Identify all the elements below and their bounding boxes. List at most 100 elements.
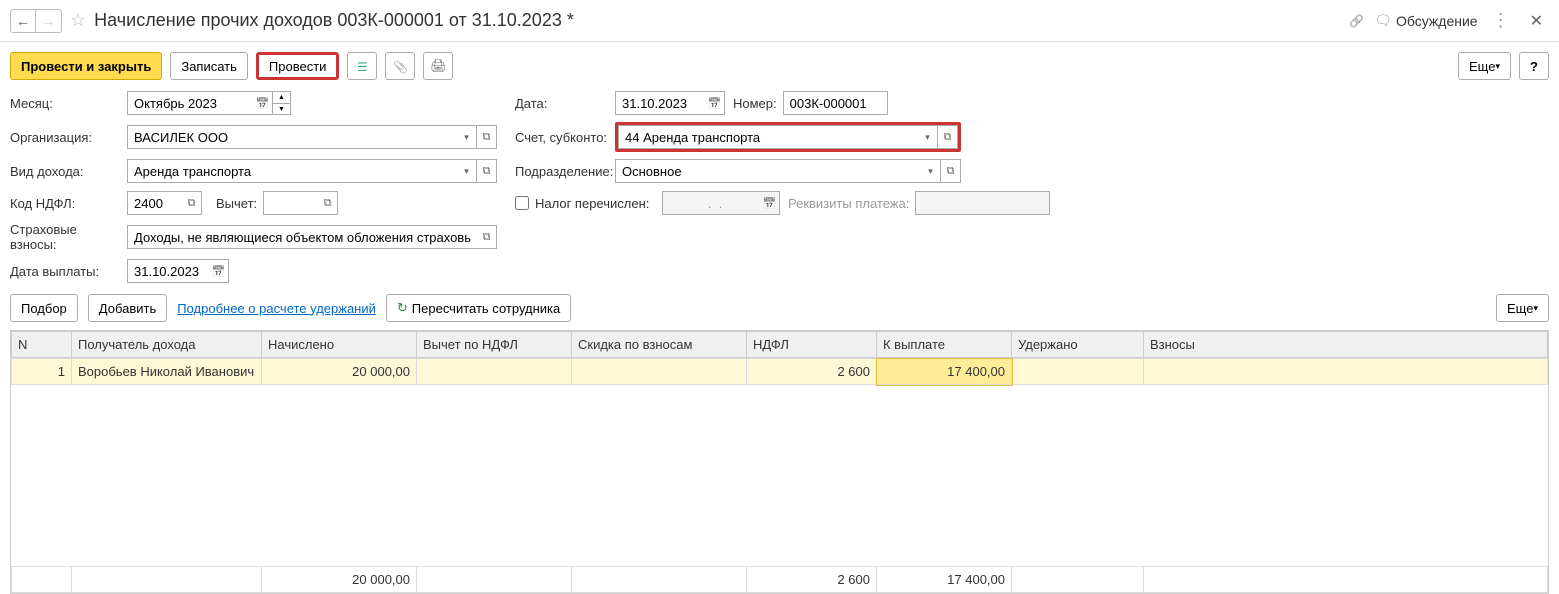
- department-label: Подразделение:: [515, 164, 615, 179]
- chevron-down-icon: [928, 165, 933, 177]
- account-dropdown-button[interactable]: [918, 125, 938, 149]
- month-up-button[interactable]: ▲: [273, 91, 291, 103]
- income-type-dropdown-button[interactable]: [457, 159, 477, 183]
- recalc-label: Пересчитать сотрудника: [412, 301, 560, 316]
- col-ndfl-header[interactable]: НДФЛ: [747, 332, 877, 358]
- tax-transferred-date-input: [662, 191, 760, 215]
- open-icon: [188, 197, 196, 210]
- cell-n[interactable]: 1: [12, 359, 72, 385]
- chat-icon: [1374, 12, 1392, 29]
- cell-ndfl[interactable]: 2 600: [747, 359, 877, 385]
- print-icon: [430, 58, 447, 74]
- month-down-button[interactable]: ▼: [273, 103, 291, 115]
- cell-to-pay[interactable]: 17 400,00: [877, 359, 1012, 385]
- ndfl-code-open-button[interactable]: [182, 191, 202, 215]
- col-withheld-header[interactable]: Удержано: [1012, 332, 1144, 358]
- payout-date-label: Дата выплаты:: [10, 264, 127, 279]
- page-title: Начисление прочих доходов 003К-000001 от…: [94, 10, 1349, 31]
- month-label: Месяц:: [10, 96, 127, 111]
- link-icon[interactable]: [1349, 14, 1364, 28]
- payment-details-label: Реквизиты платежа:: [788, 196, 909, 211]
- calendar-icon: [212, 265, 226, 278]
- save-button[interactable]: Записать: [170, 52, 248, 80]
- discuss-button[interactable]: Обсуждение: [1374, 12, 1477, 29]
- add-row-button[interactable]: Добавить: [88, 294, 167, 322]
- cell-contributions[interactable]: [1144, 359, 1548, 385]
- cell-recipient[interactable]: Воробьев Николай Иванович: [72, 359, 262, 385]
- attachments-button[interactable]: [385, 52, 415, 80]
- col-ndfl-deduction-header[interactable]: Вычет по НДФЛ: [417, 332, 572, 358]
- open-icon: [483, 165, 491, 178]
- col-n-header[interactable]: N: [12, 332, 72, 358]
- cell-ndfl-deduction[interactable]: [417, 359, 572, 385]
- payout-date-input[interactable]: [127, 259, 209, 283]
- open-icon: [944, 131, 952, 144]
- calendar-icon: [708, 97, 722, 110]
- deduction-open-button[interactable]: [318, 191, 338, 215]
- department-open-button[interactable]: [941, 159, 961, 183]
- nav-back-button[interactable]: ←: [10, 9, 36, 33]
- account-label: Счет, субконто:: [515, 130, 615, 145]
- post-and-close-button[interactable]: Провести и закрыть: [10, 52, 162, 80]
- col-contributions-header[interactable]: Взносы: [1144, 332, 1548, 358]
- month-input[interactable]: [127, 91, 253, 115]
- department-dropdown-button[interactable]: [921, 159, 941, 183]
- insurance-label: Страховые взносы:: [10, 222, 127, 252]
- toolbar-more-button[interactable]: Еще: [1458, 52, 1511, 80]
- org-input[interactable]: [127, 125, 457, 149]
- payout-date-calendar-button[interactable]: [209, 259, 229, 283]
- deduction-input[interactable]: [263, 191, 318, 215]
- chevron-down-icon: [464, 131, 469, 143]
- col-to-pay-header[interactable]: К выплате: [877, 332, 1012, 358]
- recalc-employee-button[interactable]: ↻ Пересчитать сотрудника: [386, 294, 571, 322]
- org-open-button[interactable]: [477, 125, 497, 149]
- insurance-input[interactable]: [127, 225, 477, 249]
- open-icon: [947, 165, 955, 178]
- table-more-button[interactable]: Еще: [1496, 294, 1549, 322]
- open-icon: [483, 231, 491, 244]
- income-type-input[interactable]: [127, 159, 457, 183]
- total-to-pay: 17 400,00: [877, 567, 1012, 593]
- cell-withheld[interactable]: [1012, 359, 1144, 385]
- cell-accrued[interactable]: 20 000,00: [262, 359, 417, 385]
- chevron-down-icon: [464, 165, 469, 177]
- org-label: Организация:: [10, 130, 127, 145]
- help-button[interactable]: ?: [1519, 52, 1549, 80]
- date-input[interactable]: [615, 91, 705, 115]
- col-recipient-header[interactable]: Получатель дохода: [72, 332, 262, 358]
- movements-button[interactable]: [347, 52, 377, 80]
- col-insurance-discount-header[interactable]: Скидка по взносам: [572, 332, 747, 358]
- more-menu-icon[interactable]: ⋮: [1488, 10, 1514, 31]
- ndfl-code-input[interactable]: [127, 191, 182, 215]
- number-input[interactable]: [783, 91, 888, 115]
- date-label: Дата:: [515, 96, 615, 111]
- number-label: Номер:: [733, 96, 777, 111]
- date-calendar-button[interactable]: [705, 91, 725, 115]
- close-icon[interactable]: ✕: [1524, 11, 1549, 31]
- account-input[interactable]: [618, 125, 918, 149]
- list-icon: [357, 59, 368, 74]
- print-button[interactable]: [423, 52, 453, 80]
- col-accrued-header[interactable]: Начислено: [262, 332, 417, 358]
- table-row[interactable]: 1 Воробьев Николай Иванович 20 000,00 2 …: [12, 359, 1548, 385]
- open-icon: [483, 131, 491, 144]
- deduction-label: Вычет:: [216, 196, 257, 211]
- deductions-details-link[interactable]: Подробнее о расчете удержаний: [177, 301, 376, 316]
- org-dropdown-button[interactable]: [457, 125, 477, 149]
- cell-insurance-discount[interactable]: [572, 359, 747, 385]
- select-employees-button[interactable]: Подбор: [10, 294, 78, 322]
- tax-transferred-label: Налог перечислен:: [535, 196, 649, 211]
- post-button[interactable]: Провести: [256, 52, 340, 80]
- open-icon: [324, 197, 332, 210]
- insurance-open-button[interactable]: [477, 225, 497, 249]
- income-type-open-button[interactable]: [477, 159, 497, 183]
- chevron-down-icon: [925, 131, 930, 143]
- month-calendar-button[interactable]: [253, 91, 273, 115]
- department-input[interactable]: [615, 159, 921, 183]
- income-type-label: Вид дохода:: [10, 164, 127, 179]
- account-open-button[interactable]: [938, 125, 958, 149]
- total-ndfl: 2 600: [747, 567, 877, 593]
- nav-forward-button[interactable]: →: [36, 9, 62, 33]
- tax-transferred-checkbox[interactable]: [515, 196, 529, 210]
- favorite-star-icon[interactable]: ☆: [70, 10, 86, 31]
